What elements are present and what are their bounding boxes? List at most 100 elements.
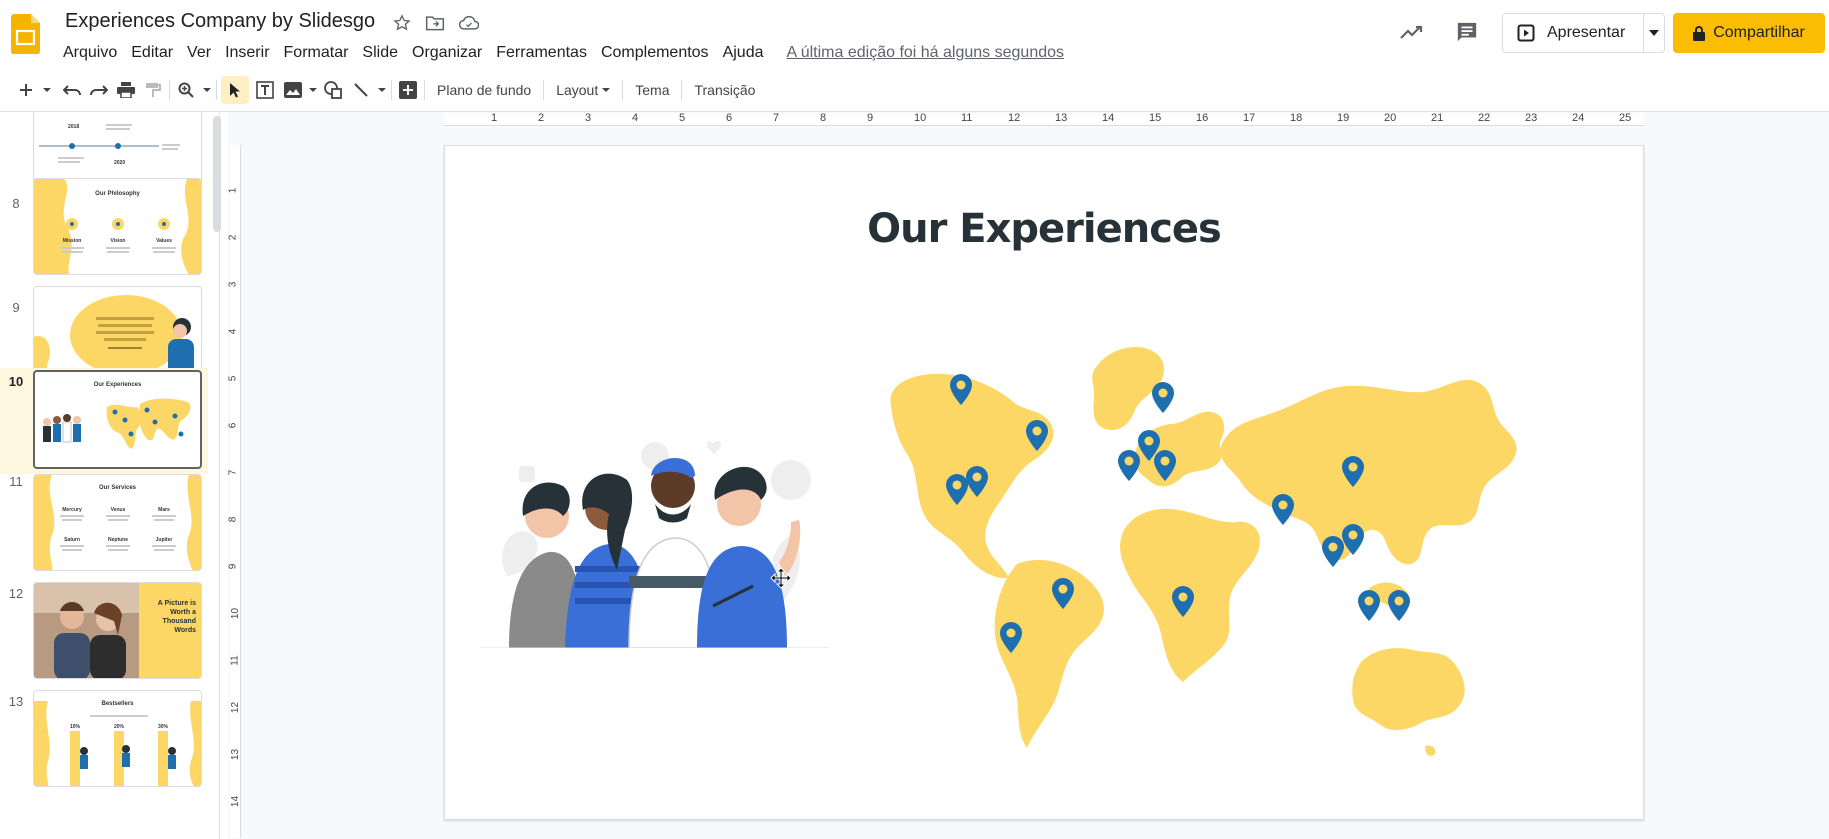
background-button[interactable]: Plano de fundo	[429, 76, 539, 104]
slide-row-8: 8 Mission Vision Values Our Philosophy	[0, 174, 208, 280]
activity-dashboard-icon[interactable]	[1398, 18, 1426, 46]
ruler-tick-label: 6	[227, 422, 239, 429]
menu-ver[interactable]: Ver	[180, 42, 218, 64]
divider	[681, 79, 683, 100]
world-map[interactable]	[877, 336, 1527, 766]
share-button[interactable]: Compartilhar	[1673, 13, 1825, 53]
slide-filmstrip[interactable]: 2018 2020 8 Mission Vision Values Our Ph…	[0, 112, 220, 839]
divider	[391, 79, 392, 100]
philosophy-item-label: Mission	[63, 238, 82, 244]
last-edit-link[interactable]: A última edição foi há alguns segundos	[786, 42, 1064, 64]
divider	[169, 79, 170, 100]
slide-number: 11	[9, 474, 23, 489]
horizontal-ruler[interactable]: 1 2 3 4 5 6 7 8 9 10 11 12 13 14 15 16 17 18 19 20 21 22 23 24 2…	[444, 112, 1644, 126]
slide-thumbnail-10[interactable]: Our Experiences	[33, 370, 202, 469]
layout-button[interactable]: Layout	[548, 76, 618, 104]
ruler-tick-label: 4	[227, 328, 239, 335]
ruler-tick-label: 24	[1572, 112, 1585, 124]
menu-ajuda[interactable]: Ajuda	[716, 42, 771, 64]
share-label: Compartilhar	[1713, 24, 1805, 41]
document-title[interactable]: Experiences Company by Slidesgo	[65, 10, 375, 33]
ruler-tick-label: 15	[1149, 112, 1162, 124]
ruler-tick-label: 14	[1102, 112, 1115, 124]
layout-label: Layout	[556, 81, 599, 98]
insert-comment-icon[interactable]	[396, 76, 420, 104]
ruler-tick-label: 13	[1055, 112, 1068, 124]
ruler-tick-label: 3	[585, 112, 592, 124]
slide-row-12: 12 A Picture is Worth a Thousand Words	[0, 578, 208, 684]
timeline-year-label: 2018	[68, 124, 79, 130]
star-icon[interactable]	[391, 12, 413, 34]
people-illustration[interactable]	[479, 426, 829, 648]
undo-icon[interactable]	[60, 76, 84, 104]
line-dropdown[interactable]	[373, 76, 387, 104]
theme-button[interactable]: Tema	[627, 76, 677, 104]
chevron-down-icon	[203, 87, 211, 92]
ruler-tick-label: 8	[820, 112, 827, 124]
title-bar: Experiences Company by Slidesgo Arquivo …	[0, 0, 1829, 68]
comments-icon[interactable]	[1453, 18, 1481, 46]
filmstrip-scrollbar[interactable]	[213, 116, 221, 232]
ruler-tick-label: 5	[679, 112, 686, 124]
menu-formatar[interactable]: Formatar	[277, 42, 356, 64]
slide-thumbnail-11[interactable]: Mercury Venus Mars Saturn Neptune Jupite…	[33, 474, 202, 571]
slide-thumbnail-title: Bestsellers	[101, 701, 134, 707]
chevron-down-icon	[378, 87, 386, 92]
menu-complementos[interactable]: Complementos	[594, 42, 716, 64]
divider	[424, 79, 425, 100]
menu-inserir[interactable]: Inserir	[218, 42, 276, 64]
ruler-tick-label: 1	[227, 187, 239, 194]
photo-thumbnail: A Picture is Worth a Thousand Words	[34, 583, 201, 678]
vertical-ruler[interactable]: 1 2 3 4 5 6 7 8 9 10 11 12 13 14	[227, 145, 241, 838]
present-options-dropdown[interactable]	[1644, 14, 1664, 52]
paint-format-icon[interactable]	[141, 76, 165, 104]
menu-arquivo[interactable]: Arquivo	[56, 42, 124, 64]
shape-icon[interactable]	[321, 76, 345, 104]
slide-row-10: 10 Our Experiences	[0, 368, 208, 474]
select-tool-icon[interactable]	[221, 75, 249, 104]
bestseller-percent: 30%	[158, 724, 169, 730]
move-to-folder-icon[interactable]	[424, 12, 446, 34]
print-icon[interactable]	[114, 76, 138, 104]
line-icon[interactable]	[349, 76, 373, 104]
cloud-saved-icon[interactable]	[458, 12, 480, 34]
present-button[interactable]: Apresentar	[1503, 14, 1643, 52]
slide-thumbnail-13[interactable]: 10% 20% 30% Bestsellers	[33, 690, 202, 787]
picture-title-line: Thousand	[163, 618, 196, 625]
ruler-tick-label: 17	[1243, 112, 1256, 124]
philosophy-item-label: Values	[156, 238, 172, 244]
bestseller-percent: 20%	[114, 724, 125, 730]
menu-organizar[interactable]: Organizar	[405, 42, 489, 64]
ruler-tick-label: 10	[914, 112, 927, 124]
slide-title[interactable]: Our Experiences	[445, 206, 1643, 252]
menu-ferramentas[interactable]: Ferramentas	[489, 42, 594, 64]
menu-editar[interactable]: Editar	[124, 42, 180, 64]
move-cursor-icon	[770, 567, 792, 589]
service-label: Mercury	[62, 507, 82, 513]
new-slide-layout-dropdown[interactable]	[38, 76, 52, 104]
text-box-icon[interactable]	[253, 76, 277, 104]
bestseller-percent: 10%	[70, 724, 81, 730]
present-icon	[1517, 24, 1535, 42]
lock-icon	[1693, 25, 1706, 41]
chevron-down-icon	[602, 87, 611, 92]
ruler-tick-label: 20	[1384, 112, 1397, 124]
ruler-tick-label: 7	[227, 469, 239, 476]
zoom-icon[interactable]	[174, 76, 198, 104]
transition-button[interactable]: Transição	[686, 76, 763, 104]
redo-icon[interactable]	[87, 76, 111, 104]
divider	[543, 79, 545, 100]
menu-slide[interactable]: Slide	[355, 42, 405, 64]
image-dropdown[interactable]	[305, 76, 317, 104]
ruler-tick-label: 22	[1478, 112, 1491, 124]
timeline-year-label: 2020	[114, 160, 125, 166]
new-slide-icon[interactable]	[14, 76, 38, 104]
slide-thumbnail-8[interactable]: Mission Vision Values Our Philosophy	[33, 178, 202, 275]
slide-thumbnail-12[interactable]: A Picture is Worth a Thousand Words	[33, 582, 202, 679]
service-label: Saturn	[64, 537, 80, 543]
slide-canvas[interactable]: Our Experiences	[444, 145, 1644, 820]
slides-logo-icon[interactable]	[11, 14, 40, 54]
ruler-tick-label: 21	[1431, 112, 1444, 124]
image-icon[interactable]	[281, 76, 305, 104]
zoom-dropdown[interactable]	[198, 76, 212, 104]
